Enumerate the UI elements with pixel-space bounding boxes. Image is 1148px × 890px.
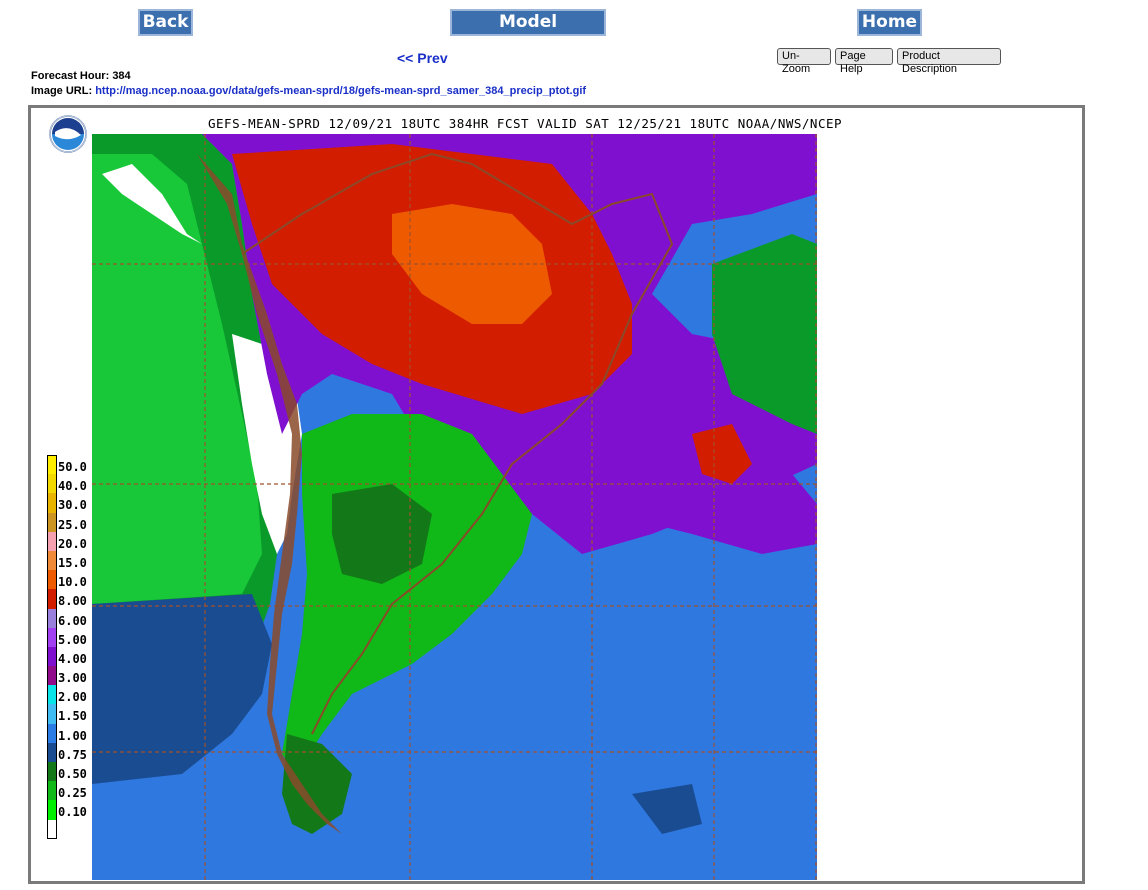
home-button[interactable]: Home xyxy=(857,9,922,36)
legend-label: 8.00 xyxy=(58,594,87,609)
legend-swatch xyxy=(47,742,57,762)
legend-label: 25.0 xyxy=(58,517,87,532)
model-guidance-button[interactable]: Model Guidance xyxy=(450,9,606,55)
product-description-button[interactable]: Product Description xyxy=(897,48,1001,75)
legend-swatch xyxy=(47,608,57,628)
image-url-line: Image URL: http://mag.ncep.noaa.gov/data… xyxy=(31,85,586,97)
legend-label: 40.0 xyxy=(58,479,87,494)
legend-label: 4.00 xyxy=(58,651,87,666)
legend-label: 50.0 xyxy=(58,460,87,474)
legend-label: 6.00 xyxy=(58,613,87,628)
legend-label: 20.0 xyxy=(58,536,87,551)
prev-link[interactable]: << Prev xyxy=(397,50,448,66)
legend-swatch xyxy=(47,646,57,667)
legend-label: 3.00 xyxy=(58,671,87,686)
legend-swatch xyxy=(47,666,57,686)
legend-swatch xyxy=(47,685,57,705)
legend-swatch xyxy=(47,704,57,724)
legend-label: 0.25 xyxy=(58,786,87,801)
legend-label: 2.00 xyxy=(58,690,87,705)
legend-label: 5.00 xyxy=(58,632,87,647)
forecast-hour-label: Forecast Hour: xyxy=(31,70,110,82)
legend-swatch xyxy=(47,627,57,647)
forecast-hour-line: Forecast Hour: 384 xyxy=(31,70,131,82)
image-url-link[interactable]: http://mag.ncep.noaa.gov/data/gefs-mean-… xyxy=(95,85,586,97)
precipitation-spread-map xyxy=(92,134,817,880)
legend-swatch xyxy=(47,512,57,532)
legend-swatch xyxy=(47,570,57,590)
image-url-label: Image URL: xyxy=(31,85,93,97)
legend-swatch xyxy=(47,550,57,571)
unzoom-button[interactable]: Un-Zoom xyxy=(777,48,831,75)
legend-swatch xyxy=(47,589,57,609)
forecast-hour-value: 384 xyxy=(112,70,131,82)
legend-swatch xyxy=(47,781,57,801)
legend-swatch xyxy=(47,474,57,494)
legend-label: 1.50 xyxy=(58,709,87,724)
legend-label: 30.0 xyxy=(58,498,87,513)
legend-swatch xyxy=(47,493,57,513)
legend-label: 0.50 xyxy=(58,767,87,781)
legend-swatch xyxy=(47,455,57,475)
back-button[interactable]: Back xyxy=(138,9,193,36)
map-title: GEFS-MEAN-SPRD 12/09/21 18UTC 384HR FCST… xyxy=(208,116,843,131)
legend-label: 1.00 xyxy=(58,728,87,743)
legend-swatch xyxy=(47,819,57,839)
legend-label: 15.0 xyxy=(58,555,87,570)
legend-swatch xyxy=(47,800,57,820)
legend-label: 0.10 xyxy=(58,805,87,820)
noaa-logo-icon xyxy=(49,115,87,153)
legend-label: 0.75 xyxy=(58,747,87,762)
legend-label: 10.0 xyxy=(58,575,87,590)
legend-swatch xyxy=(47,531,57,551)
page-help-button[interactable]: Page Help xyxy=(835,48,893,75)
legend-swatch xyxy=(47,723,57,743)
legend-swatch xyxy=(47,762,57,782)
